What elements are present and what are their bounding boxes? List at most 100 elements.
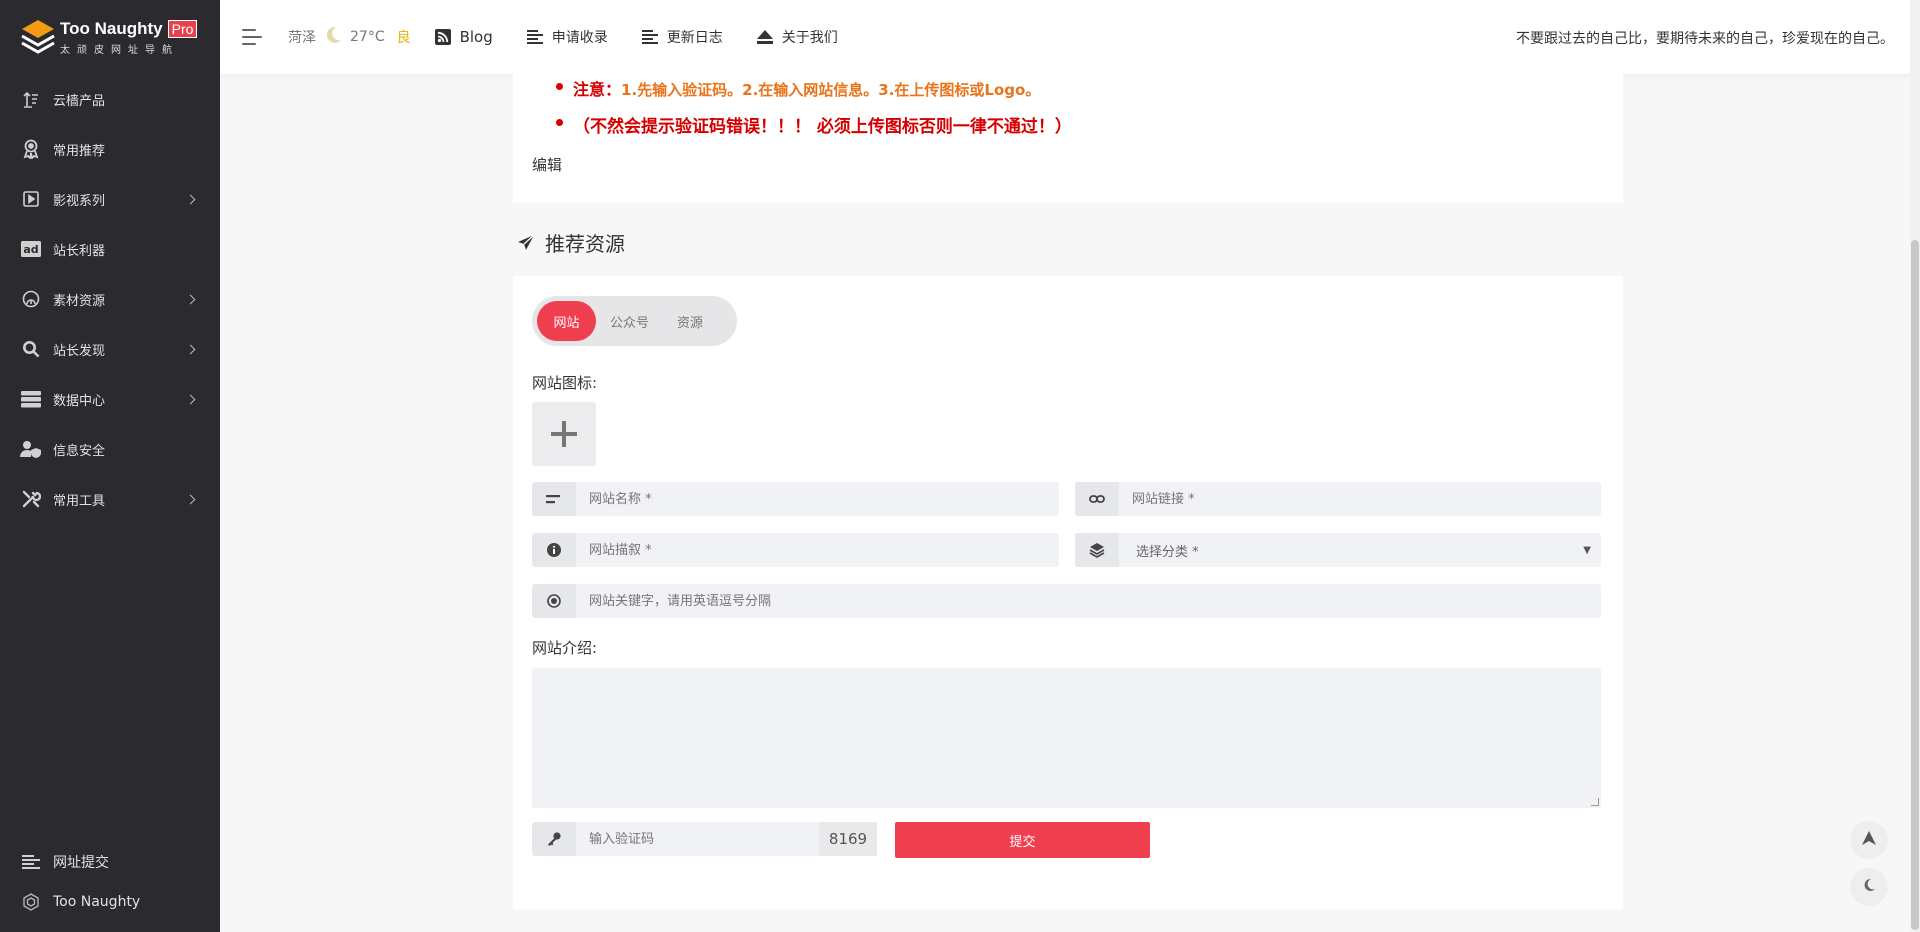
nav-blog-link[interactable]: Blog xyxy=(434,28,493,46)
category-select[interactable]: 选择分类 * ▼ xyxy=(1075,533,1601,567)
header-nav: Blog 申请收录 更新日志 关于我们 xyxy=(434,27,872,47)
paper-plane-icon xyxy=(517,234,535,252)
tab-website[interactable]: 网站 xyxy=(537,301,596,341)
intro-label: 网站介绍: xyxy=(532,639,598,657)
sidebar-item-label: 素材资源 xyxy=(53,293,106,309)
sidebar-item-label: 数据中心 xyxy=(53,393,106,409)
nav-label: 申请收录 xyxy=(551,30,608,46)
header-motto: 不要跟过去的自己比，要期待未来的自己，珍爱现在的自己。 xyxy=(1516,31,1894,47)
keywords-group xyxy=(532,584,1601,618)
caret-down-icon: ▼ xyxy=(1583,544,1591,556)
site-name-input[interactable] xyxy=(576,482,1059,516)
sidebar-item-recommend[interactable]: 常用推荐 xyxy=(0,124,220,174)
menu-line xyxy=(242,36,262,38)
notice-prefix: 注意： xyxy=(573,80,622,99)
captcha-input[interactable] xyxy=(576,822,819,856)
sidebar-item-label: 站长利器 xyxy=(53,243,106,259)
sidebar-item-label: 站长发现 xyxy=(53,343,106,359)
sidebar-item-label: 云樯产品 xyxy=(53,93,106,109)
category-select-value: 选择分类 * xyxy=(1136,544,1199,560)
list-icon xyxy=(20,851,42,873)
server-icon xyxy=(20,388,42,410)
sidebar-item-label: 常用推荐 xyxy=(53,143,106,159)
icon-upload-button[interactable] xyxy=(532,402,596,466)
sidebar-item-label: Too Naughty xyxy=(53,894,141,910)
sidebar-item-cloud-products[interactable]: 云樯产品 xyxy=(0,74,220,124)
arrow-up-icon xyxy=(1862,831,1876,849)
tab-wechat-account[interactable]: 公众号 xyxy=(596,301,663,341)
weather-widget[interactable]: 菏泽 27°C 良 xyxy=(288,26,411,49)
sidebar-item-label: 影视系列 xyxy=(53,193,106,209)
site-desc-input[interactable] xyxy=(576,533,1059,567)
sidebar-item-security[interactable]: 信息安全 xyxy=(0,424,220,474)
rainbow-icon xyxy=(20,288,42,310)
notice-card: 注意：1.先输入验证码。2.在输入网站信息。3.在上传图标或Logo。 （不然会… xyxy=(513,70,1623,203)
notice-warning: （不然会提示验证码错误！！！ 必须上传图标否则一律不通过！） xyxy=(556,112,1072,137)
brand-subtitle: 太顽皮网址导航 xyxy=(60,44,179,56)
sidebar-bottom: 网址提交 Too Naughty xyxy=(0,842,220,922)
tab-resource[interactable]: 资源 xyxy=(663,301,717,341)
brand-badge: Pro xyxy=(167,19,198,38)
sidebar-item-too-naughty[interactable]: Too Naughty xyxy=(0,882,220,922)
sidebar-item-data-center[interactable]: 数据中心 xyxy=(0,374,220,424)
chevron-right-icon xyxy=(185,294,196,304)
sidebar-nav: 云樯产品 常用推荐 影视系列 ad 站长利器 素材资源 站长发现 数据中心 信息… xyxy=(0,74,220,524)
sidebar-item-materials[interactable]: 素材资源 xyxy=(0,274,220,324)
align-left-icon xyxy=(526,30,543,44)
plus-icon-bar xyxy=(551,432,577,436)
site-link-input[interactable] xyxy=(1119,482,1601,516)
notice-warning-text: （不然会提示验证码错误！！！ 必须上传图标否则一律不通过！） xyxy=(573,117,1072,137)
dot-circle-icon xyxy=(532,584,576,618)
sidebar-item-video[interactable]: 影视系列 xyxy=(0,174,220,224)
sidebar-item-webmaster-tools[interactable]: ad 站长利器 xyxy=(0,224,220,274)
nav-about-link[interactable]: 关于我们 xyxy=(756,27,838,47)
intro-textarea[interactable] xyxy=(532,668,1601,808)
nav-apply-link[interactable]: 申请收录 xyxy=(526,27,608,47)
bullet-dot xyxy=(556,83,563,90)
globe-icon xyxy=(20,891,42,913)
eject-icon xyxy=(756,30,773,44)
sidebar: Too Naughty Pro 太顽皮网址导航 云樯产品 常用推荐 影视系列 a… xyxy=(0,0,220,932)
site-link-group xyxy=(1075,482,1601,516)
page-scrollbar[interactable] xyxy=(1910,0,1920,932)
nav-changelog-link[interactable]: 更新日志 xyxy=(641,27,723,47)
notice-steps-text: 1.先输入验证码。2.在输入网站信息。3.在上传图标或Logo。 xyxy=(621,81,1041,99)
resize-grip-icon[interactable] xyxy=(1591,798,1599,806)
sort-up-icon xyxy=(20,88,42,110)
keywords-input[interactable] xyxy=(576,584,1601,618)
heading-icon xyxy=(532,482,576,516)
type-tabs: 网站 公众号 资源 xyxy=(532,296,737,346)
moon-icon xyxy=(1862,878,1876,896)
captcha-code[interactable]: 8169 xyxy=(819,822,877,856)
info-circle-icon xyxy=(532,533,576,567)
nav-label: 更新日志 xyxy=(666,30,723,46)
back-to-top-button[interactable] xyxy=(1850,821,1888,859)
ad-icon: ad xyxy=(20,238,42,260)
layers-icon xyxy=(1075,533,1119,567)
sidebar-item-discover[interactable]: 站长发现 xyxy=(0,324,220,374)
menu-toggle-button[interactable] xyxy=(242,27,264,47)
rss-icon xyxy=(434,29,451,45)
align-left-icon xyxy=(641,30,658,44)
submit-form-card: 网站 公众号 资源 网站图标: 选择分类 * ▼ xyxy=(513,276,1623,909)
sidebar-item-label: 信息安全 xyxy=(53,443,106,459)
scrollbar-thumb[interactable] xyxy=(1911,240,1919,930)
edit-link[interactable]: 编辑 xyxy=(532,154,562,175)
user-shield-icon xyxy=(20,438,42,460)
menu-line xyxy=(242,29,256,31)
svg-text:ad: ad xyxy=(23,243,38,256)
site-desc-group xyxy=(532,533,1059,567)
sidebar-item-submit-url[interactable]: 网址提交 xyxy=(0,842,220,882)
bullet-dot xyxy=(556,119,563,126)
logo[interactable]: Too Naughty Pro 太顽皮网址导航 xyxy=(0,0,220,74)
captcha-group: 8169 xyxy=(532,822,877,856)
dark-mode-toggle[interactable] xyxy=(1850,868,1888,906)
sidebar-item-label: 网址提交 xyxy=(53,855,109,871)
weather-aqi: 良 xyxy=(396,30,411,46)
section-title: 推荐资源 xyxy=(545,232,625,256)
brand-title: Too Naughty xyxy=(60,18,163,38)
section-heading: 推荐资源 xyxy=(517,228,625,257)
site-name-group xyxy=(532,482,1059,516)
submit-button[interactable]: 提交 xyxy=(895,822,1150,858)
sidebar-item-tools[interactable]: 常用工具 xyxy=(0,474,220,524)
